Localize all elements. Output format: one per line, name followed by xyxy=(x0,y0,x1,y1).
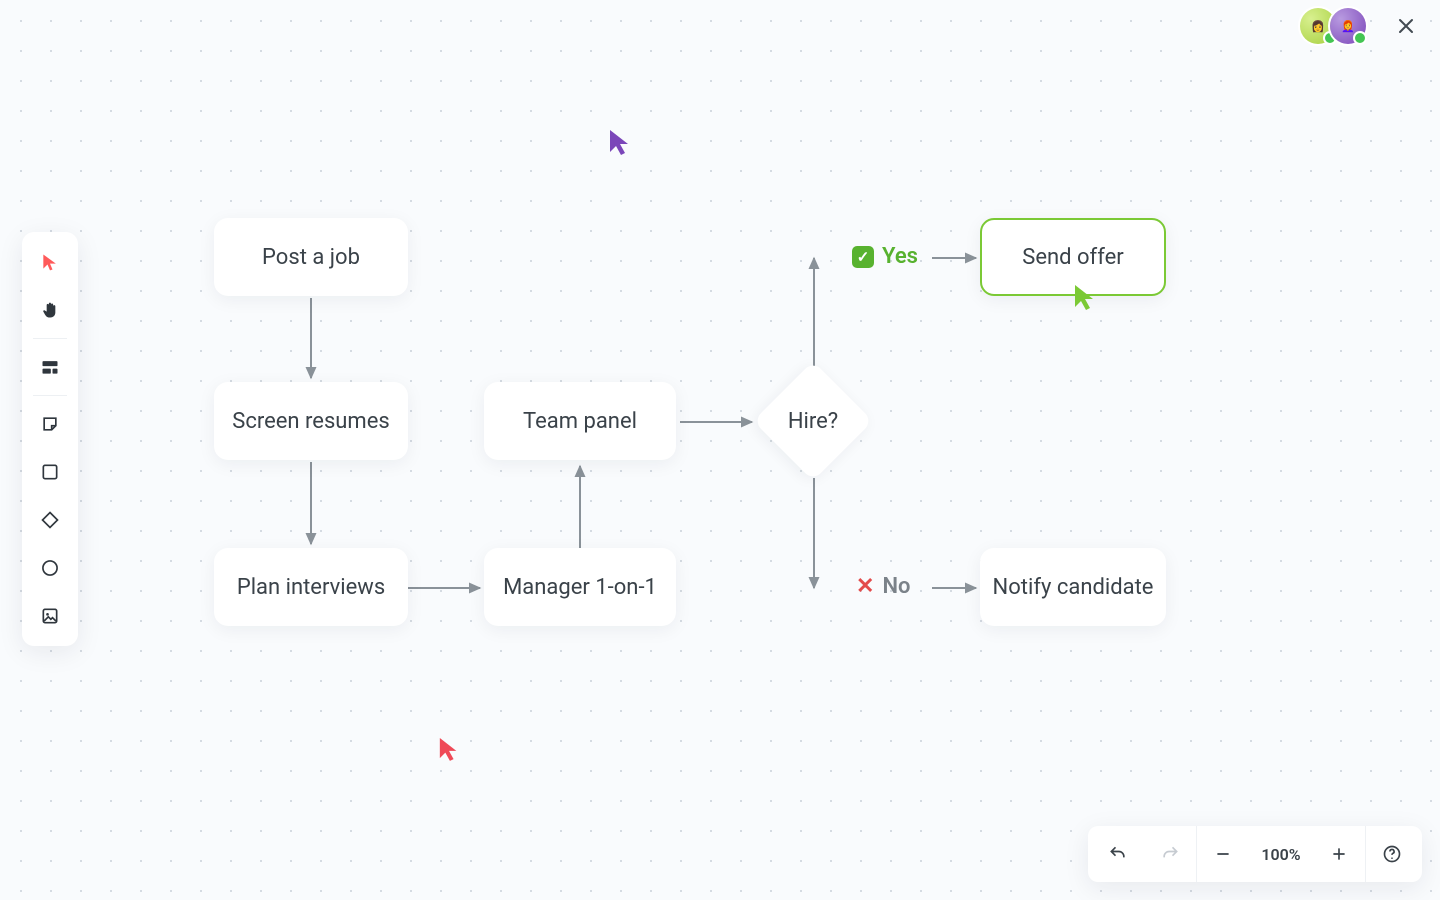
tool-section[interactable] xyxy=(28,345,72,389)
collaborator-avatars[interactable]: 👩 👩‍🦰 xyxy=(1298,6,1368,46)
redo-button[interactable] xyxy=(1144,826,1197,882)
branch-text: No xyxy=(882,574,910,599)
avatar[interactable]: 👩‍🦰 xyxy=(1328,6,1368,46)
zoom-in-button[interactable] xyxy=(1313,826,1366,882)
remote-cursor-purple xyxy=(608,128,632,156)
branch-label-yes: ✓ Yes xyxy=(852,244,918,269)
help-icon xyxy=(1382,844,1402,864)
zoom-level[interactable]: 100% xyxy=(1249,845,1313,864)
local-cursor-red xyxy=(438,736,460,762)
tool-diamond[interactable] xyxy=(28,498,72,542)
undo-button[interactable] xyxy=(1092,826,1144,882)
help-button[interactable] xyxy=(1366,826,1418,882)
minus-icon xyxy=(1213,844,1233,864)
plus-icon xyxy=(1329,844,1349,864)
shape-toolbar xyxy=(22,232,78,646)
remote-cursor-green xyxy=(1073,283,1097,311)
tool-hand[interactable] xyxy=(28,288,72,332)
node-post-job[interactable]: Post a job xyxy=(214,218,408,296)
x-icon: ✕ xyxy=(856,574,874,599)
node-label: Post a job xyxy=(262,245,360,270)
node-team-panel[interactable]: Team panel xyxy=(484,382,676,460)
close-button[interactable] xyxy=(1388,8,1424,44)
tool-ellipse[interactable] xyxy=(28,546,72,590)
node-label: Hire? xyxy=(788,409,838,434)
node-label: Notify candidate xyxy=(993,575,1154,600)
node-notify-candidate[interactable]: Notify candidate xyxy=(980,548,1166,626)
zoom-out-button[interactable] xyxy=(1197,826,1249,882)
node-label: Send offer xyxy=(1022,245,1123,270)
redo-icon xyxy=(1160,844,1180,864)
branch-label-no: ✕ No xyxy=(856,574,910,599)
check-icon: ✓ xyxy=(852,246,874,268)
top-bar: 👩 👩‍🦰 xyxy=(1298,6,1430,46)
tool-select[interactable] xyxy=(28,240,72,284)
branch-text: Yes xyxy=(882,244,918,269)
node-label: Manager 1-on-1 xyxy=(503,575,657,600)
node-plan-interviews[interactable]: Plan interviews xyxy=(214,548,408,626)
node-label: Team panel xyxy=(523,409,637,434)
tool-sticky[interactable] xyxy=(28,402,72,446)
undo-icon xyxy=(1108,844,1128,864)
view-controls: 100% xyxy=(1088,826,1422,882)
node-manager-1on1[interactable]: Manager 1-on-1 xyxy=(484,548,676,626)
node-decision-hire[interactable]: Hire? xyxy=(760,368,866,474)
close-icon xyxy=(1397,17,1415,35)
presence-dot-icon xyxy=(1353,31,1367,45)
node-label: Plan interviews xyxy=(237,575,385,600)
node-screen-resumes[interactable]: Screen resumes xyxy=(214,382,408,460)
node-label: Screen resumes xyxy=(232,409,389,434)
tool-image[interactable] xyxy=(28,594,72,638)
tool-rectangle[interactable] xyxy=(28,450,72,494)
